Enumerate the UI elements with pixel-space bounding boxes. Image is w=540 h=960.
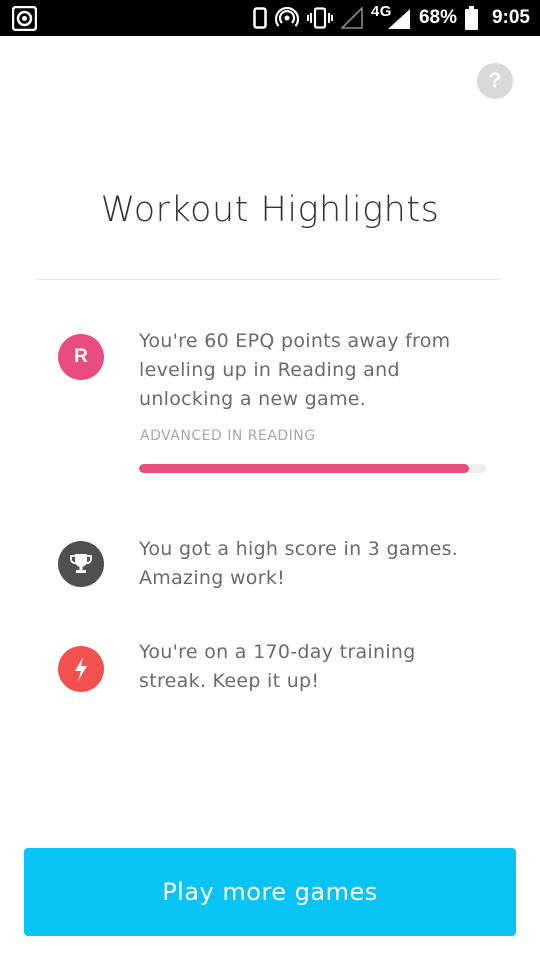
highlight-text: You're 60 EPQ points away from leveling … (139, 330, 451, 410)
reading-progress-fill (139, 464, 469, 473)
status-bar: 4G 68% 9:05 (0, 0, 540, 36)
lightning-icon (75, 657, 87, 681)
advanced-in-reading-label: ADVANCED IN READING (140, 428, 316, 444)
highlight-text: You got a high score in 3 games. Amazing… (139, 538, 459, 589)
vibrate-icon (306, 7, 333, 29)
battery-icon (464, 6, 478, 30)
trophy-badge (58, 541, 104, 587)
camera-app-icon (12, 6, 37, 31)
hotspot-icon (274, 7, 299, 27)
divider (37, 279, 502, 280)
reading-progress-bar (139, 464, 486, 473)
page-title: Workout Highlights (100, 190, 440, 230)
signal-full-icon (387, 9, 410, 29)
reading-badge-letter: R (74, 346, 88, 367)
highlight-text: You're on a 170-day training streak. Kee… (139, 641, 416, 692)
network-indicator: 4G (371, 0, 411, 36)
signal-empty-icon (340, 7, 363, 29)
help-button[interactable]: ? (477, 63, 513, 99)
reading-badge: R (58, 334, 104, 380)
help-icon: ? (488, 69, 502, 92)
trophy-icon (70, 554, 92, 573)
status-time: 9:05 (491, 7, 530, 28)
phone-icon (253, 7, 267, 29)
lightning-badge (58, 646, 104, 692)
battery-percent: 68% (418, 7, 457, 28)
play-more-games-button[interactable]: Play more games (24, 848, 516, 936)
